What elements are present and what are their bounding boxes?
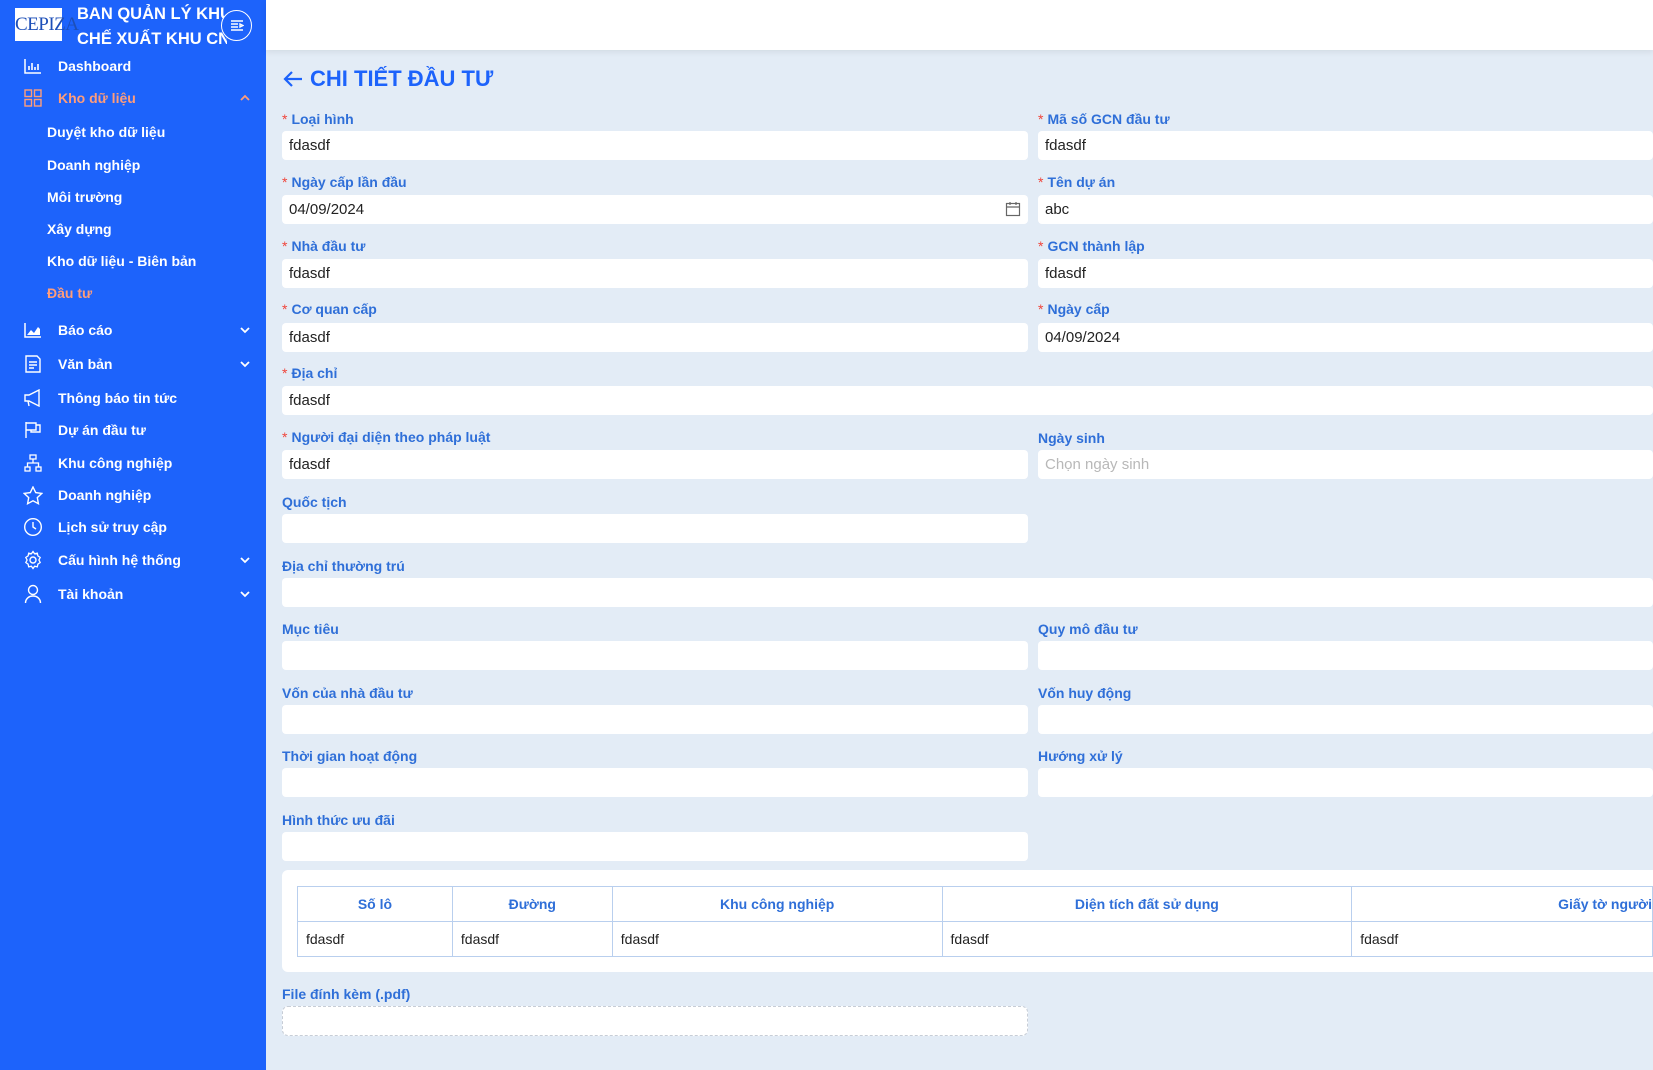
submenu-item-bien-ban[interactable]: Kho dữ liệu - Biên bản (47, 247, 196, 275)
label-dia-chi: * Địa chỉ (282, 365, 338, 381)
input-thoi-gian[interactable] (282, 768, 1028, 797)
label-ngay-sinh: Ngày sinh (1038, 430, 1105, 446)
user-icon (23, 584, 43, 604)
input-ten-du-an[interactable]: abc (1038, 195, 1653, 224)
label-von-huy-dong: Vốn huy động (1038, 685, 1132, 701)
input-hinh-thuc[interactable] (282, 832, 1028, 861)
th-dien-tich: Diện tích đất sử dụng (941, 886, 1353, 922)
menu-item-lich-su[interactable]: Lịch sử truy cập (0, 512, 266, 542)
megaphone-icon (23, 388, 43, 408)
label-file-dinh-kem: File đính kèm (.pdf) (282, 986, 411, 1002)
submenu-item-dau-tu[interactable]: Đầu tư (47, 279, 92, 307)
label-thoi-gian: Thời gian hoạt động (282, 748, 418, 764)
submenu-item-doanh-nghiep[interactable]: Doanh nghiệp (47, 151, 140, 179)
th-khu-cong-nghiep: Khu công nghiệp (611, 886, 943, 922)
label-hinh-thuc: Hình thức ưu đãi (282, 812, 395, 828)
cell-dien-tich: fdasdf (941, 921, 1353, 957)
label-nguoi-dai-dien: * Người đại diện theo pháp luật (282, 429, 491, 445)
cell-so-lo: fdasdf (297, 921, 453, 957)
submenu-item-xay-dung[interactable]: Xây dựng (47, 215, 112, 243)
menu-item-du-an[interactable]: Dự án đầu tư (0, 415, 266, 445)
label-quoc-tich: Quốc tịch (282, 494, 347, 510)
input-co-quan-cap[interactable]: fdasdf (282, 323, 1028, 352)
menu-item-thong-bao[interactable]: Thông báo tin tức (0, 383, 266, 413)
input-von-nha-dau-tu[interactable] (282, 705, 1028, 734)
menu-item-bao-cao[interactable]: Báo cáo (0, 315, 266, 345)
input-nha-dau-tu[interactable]: fdasdf (282, 259, 1028, 288)
cell-duong: fdasdf (451, 921, 613, 957)
label-ma-so-gcn: * Mã số GCN đầu tư (1038, 111, 1170, 127)
star-icon (23, 485, 43, 505)
label-gcn-thanh-lap: * GCN thành lập (1038, 238, 1145, 254)
input-ngay-sinh[interactable]: Chọn ngày sinh (1038, 450, 1653, 479)
back-arrow-icon[interactable] (282, 68, 304, 90)
input-quy-mo[interactable] (1038, 641, 1653, 670)
input-loai-hinh[interactable]: fdasdf (282, 131, 1028, 160)
top-bar (266, 0, 1653, 50)
cell-giay-to: fdasdf (1351, 921, 1653, 957)
chevron-up-icon (240, 94, 250, 101)
area-chart-icon (23, 320, 43, 340)
label-ngay-cap-lan-dau: * Ngày cấp lần đầu (282, 174, 407, 190)
label-von-nha-dau-tu: Vốn của nhà đầu tư (282, 685, 413, 701)
label-ten-du-an: * Tên dự án (1038, 174, 1116, 190)
menu-item-tai-khoan[interactable]: Tài khoản (0, 579, 266, 609)
label-nha-dau-tu: * Nhà đầu tư (282, 238, 366, 254)
logo: CEPIZA (15, 8, 79, 41)
input-huong-xu-ly[interactable] (1038, 768, 1653, 797)
brand-title: BAN QUẢN LÝ KHU CHẾ XUẤT KHU CN (77, 5, 227, 48)
cell-khu-cong-nghiep: fdasdf (611, 921, 943, 957)
calendar-icon[interactable] (1005, 201, 1021, 217)
flag-icon (23, 420, 43, 440)
th-duong: Đường (451, 886, 613, 922)
th-giay-to: Giấy tờ người (1351, 886, 1653, 922)
org-chart-icon (23, 453, 43, 473)
clock-icon (23, 517, 43, 537)
table-header-row: Số lô Đường Khu công nghiệp Diện tích đấ… (297, 886, 1653, 922)
menu-item-van-ban[interactable]: Văn bản (0, 349, 266, 379)
file-upload-area[interactable] (282, 1006, 1028, 1036)
input-quoc-tich[interactable] (282, 514, 1028, 543)
menu-item-cau-hinh[interactable]: Cấu hình hệ thống (0, 545, 266, 575)
input-muc-tieu[interactable] (282, 641, 1028, 670)
label-dia-chi-thuong-tru: Địa chỉ thường trú (282, 558, 405, 574)
input-von-huy-dong[interactable] (1038, 705, 1653, 734)
lot-table: Số lô Đường Khu công nghiệp Diện tích đấ… (297, 886, 1653, 957)
menu-fold-icon (230, 19, 244, 31)
chevron-down-icon (240, 327, 250, 334)
gear-icon (23, 550, 43, 570)
input-gcn-thanh-lap[interactable]: fdasdf (1038, 259, 1653, 288)
bar-chart-icon (23, 56, 43, 76)
input-ngay-cap[interactable]: 04/09/2024 (1038, 323, 1653, 352)
chevron-down-icon (240, 361, 250, 368)
chevron-down-icon (240, 557, 250, 564)
label-loai-hinh: * Loại hình (282, 111, 354, 127)
label-co-quan-cap: * Cơ quan cấp (282, 301, 377, 317)
brand: CEPIZA BAN QUẢN LÝ KHU CHẾ XUẤT KHU CN (0, 0, 266, 52)
label-quy-mo: Quy mô đầu tư (1038, 621, 1138, 637)
menu-item-kho-du-lieu[interactable]: Kho dữ liệu (0, 83, 266, 113)
label-ngay-cap: * Ngày cấp (1038, 301, 1110, 317)
page-title: CHI TIẾT ĐẦU TƯ (282, 66, 493, 92)
document-icon (23, 354, 43, 374)
chevron-down-icon (240, 591, 250, 598)
label-muc-tieu: Mục tiêu (282, 621, 339, 637)
label-huong-xu-ly: Hướng xử lý (1038, 748, 1123, 764)
submenu-item-moi-truong[interactable]: Môi trường (47, 183, 122, 211)
sidebar: CEPIZA BAN QUẢN LÝ KHU CHẾ XUẤT KHU CN D… (0, 0, 266, 1070)
input-nguoi-dai-dien[interactable]: fdasdf (282, 450, 1028, 479)
menu-item-khu-cong-nghiep[interactable]: Khu công nghiệp (0, 448, 266, 478)
collapse-menu-button[interactable] (221, 10, 252, 41)
input-ngay-cap-lan-dau[interactable]: 04/09/2024 (282, 195, 1028, 224)
input-ma-so-gcn[interactable]: fdasdf (1038, 131, 1653, 160)
menu-item-dashboard[interactable]: Dashboard (0, 51, 266, 81)
th-so-lo: Số lô (297, 886, 453, 922)
input-dia-chi-thuong-tru[interactable] (282, 578, 1653, 607)
menu-item-doanh-nghiep[interactable]: Doanh nghiệp (0, 480, 266, 510)
input-dia-chi[interactable]: fdasdf (282, 386, 1653, 415)
grid-icon (23, 88, 43, 108)
submenu-item-duyet-kho[interactable]: Duyệt kho dữ liệu (47, 118, 165, 146)
table-row[interactable]: fdasdf fdasdf fdasdf fdasdf fdasdf (297, 921, 1653, 957)
